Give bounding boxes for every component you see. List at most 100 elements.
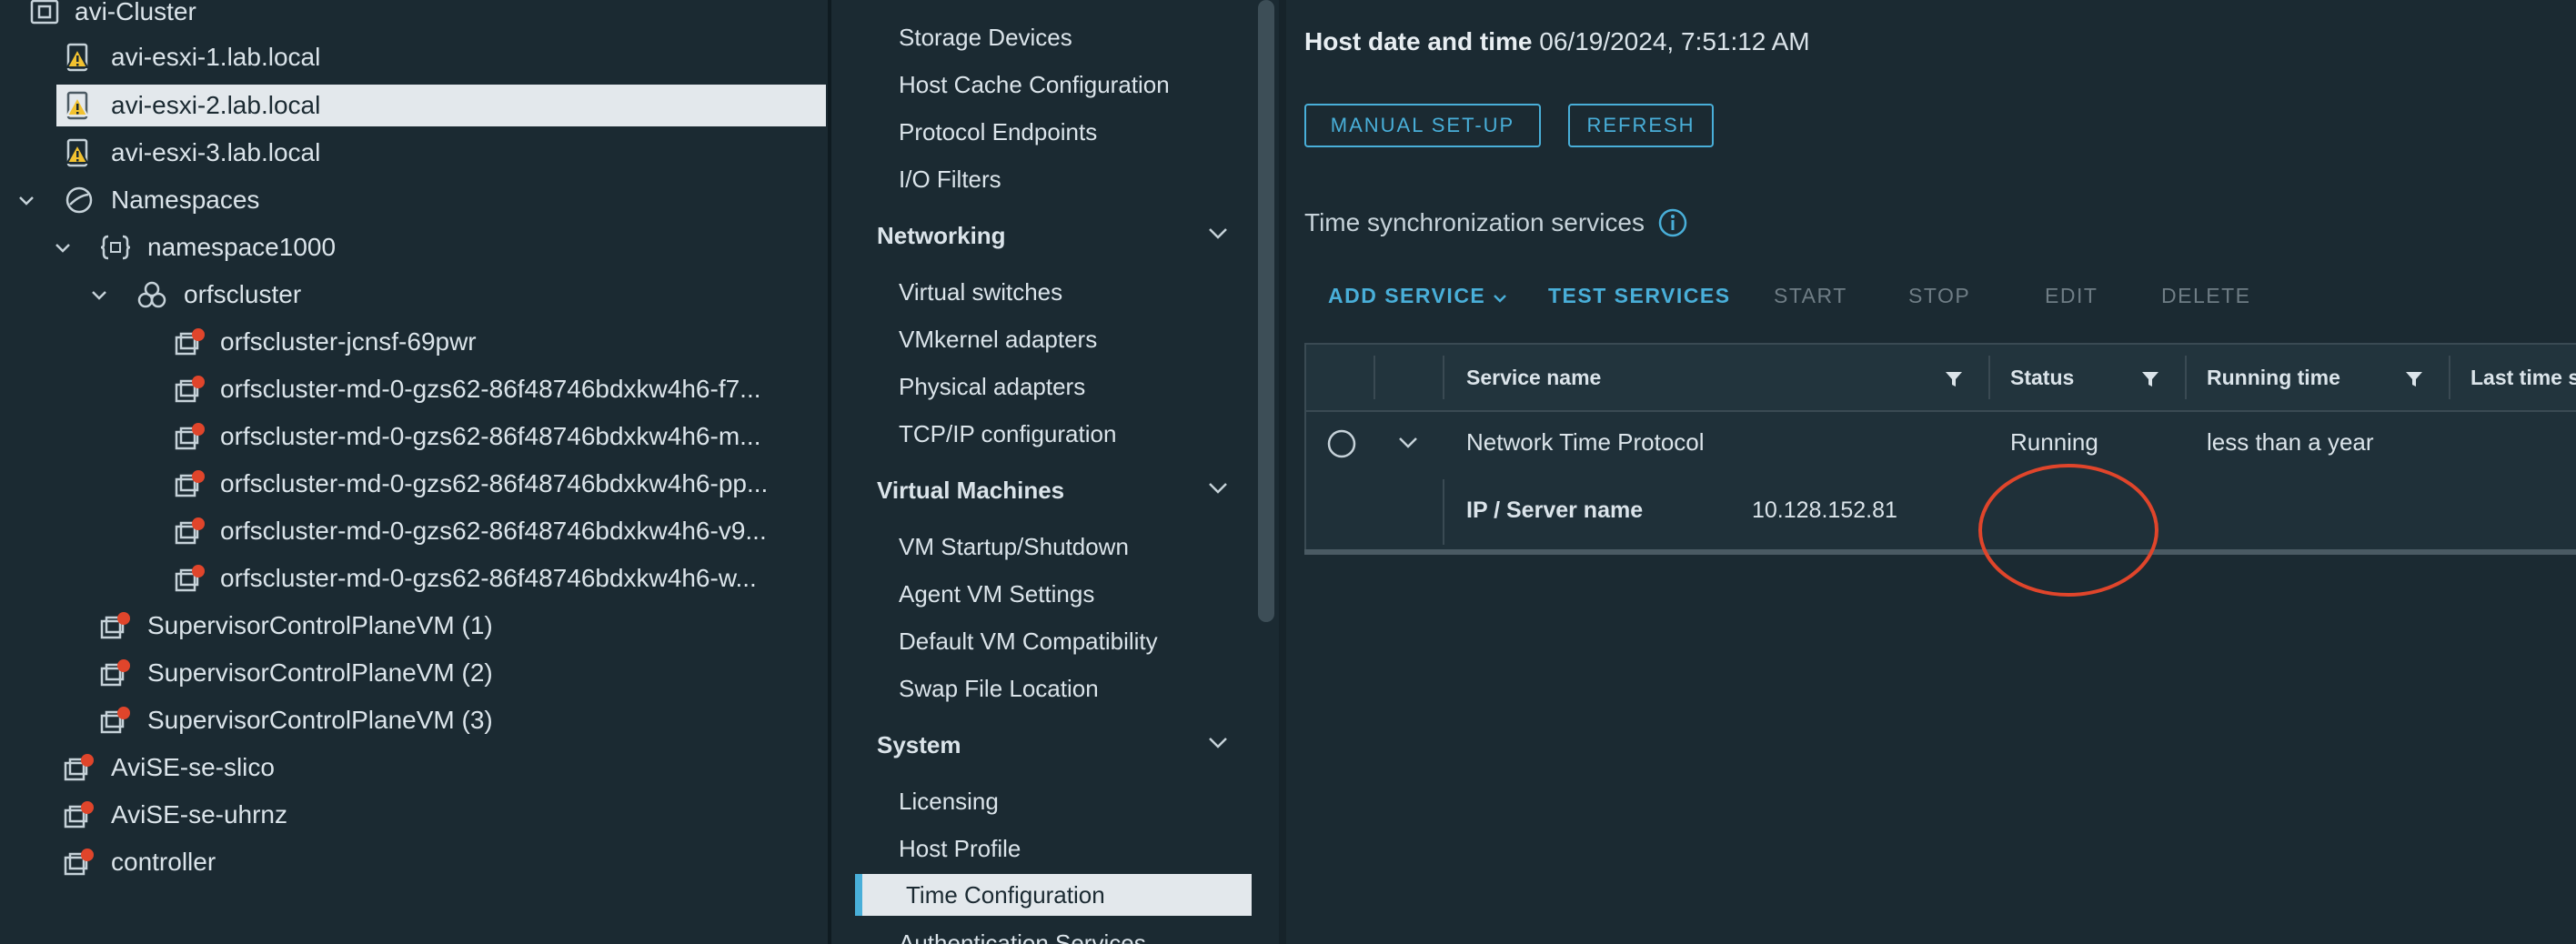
info-icon[interactable] [1657,207,1688,238]
nav-item-vmkernel-adapters[interactable]: VMkernel adapters [831,318,1253,360]
column-header-service-name[interactable]: Service name [1466,345,1601,410]
tree-item-orfscluster[interactable]: orfscluster [0,274,828,316]
chevron-down-icon[interactable] [1208,227,1228,240]
running-time-cell: less than a year [2207,428,2374,456]
column-header-running-time[interactable]: Running time [2207,345,2340,410]
tree-item-vm[interactable]: AviSE-se-uhrnz [0,794,828,836]
nav-group-system[interactable]: System [831,724,1253,766]
nav-item-physical-adapters[interactable]: Physical adapters [831,366,1253,407]
nav-item-licensing[interactable]: Licensing [831,780,1253,822]
tree-item-namespace1000[interactable]: namespace1000 [0,226,828,268]
nav-item-label: Licensing [899,787,999,815]
tree-item-label: orfscluster-md-0-gzs62-86f48746bdxkw4h6-… [220,517,767,545]
tree-item-label: avi-esxi-3.lab.local [111,138,321,166]
tree-item-avi-cluster[interactable]: avi-Cluster [0,0,828,33]
nav-item-time-configuration[interactable]: Time Configuration [855,874,1252,916]
nav-item-protocol-endpoints[interactable]: Protocol Endpoints [831,111,1253,153]
add-service-dropdown[interactable]: ADD SERVICE [1328,284,1507,308]
tree-item-vm[interactable]: AviSE-se-slico [0,747,828,788]
configure-nav: Storage Devices Host Cache Configuration… [831,0,1255,944]
chevron-down-icon[interactable] [1208,737,1228,749]
nav-item-label: VMkernel adapters [899,325,1098,353]
chevron-down-icon[interactable] [87,283,111,306]
column-header-last-time[interactable]: Last time s [2470,345,2576,410]
chevron-down-icon[interactable] [1208,482,1228,495]
stop-button[interactable]: STOP [1908,284,1970,308]
nav-item-default-vm-compatibility[interactable]: Default VM Compatibility [831,620,1253,662]
column-header-status[interactable]: Status [2010,345,2074,410]
nav-item-label: Physical adapters [899,372,1086,400]
manual-setup-button[interactable]: MANUAL SET-UP [1304,104,1541,147]
tree-item-supervisor-vm[interactable]: SupervisorControlPlaneVM (2) [0,652,828,694]
tree-item-vm[interactable]: orfscluster-md-0-gzs62-86f48746bdxkw4h6-… [0,510,828,552]
tree-item-esxi-2[interactable]: avi-esxi-2.lab.local [56,85,826,126]
filter-icon[interactable] [2141,370,2159,388]
nav-item-virtual-switches[interactable]: Virtual switches [831,271,1253,313]
radio-button[interactable] [1326,428,1357,459]
tree-item-vm[interactable]: orfscluster-md-0-gzs62-86f48746bdxkw4h6-… [0,463,828,505]
tree-item-esxi-1[interactable]: avi-esxi-1.lab.local [0,36,828,78]
tree-item-supervisor-vm[interactable]: SupervisorControlPlaneVM (3) [0,699,828,741]
test-services-button[interactable]: TEST SERVICES [1548,284,1731,308]
tree-item-label: orfscluster-md-0-gzs62-86f48746bdxkw4h6-… [220,422,761,450]
tree-item-label: namespace1000 [147,233,337,261]
nav-item-tcpip-configuration[interactable]: TCP/IP configuration [831,413,1253,455]
tree-item-label: SupervisorControlPlaneVM (3) [147,706,493,734]
tree-item-label: SupervisorControlPlaneVM (2) [147,658,493,687]
tree-item-label: avi-esxi-2.lab.local [111,91,321,119]
vm-alert-icon [64,754,94,781]
tree-item-supervisor-vm[interactable]: SupervisorControlPlaneVM (1) [0,605,828,647]
service-name-cell: Network Time Protocol [1466,428,1705,456]
nav-item-label: Virtual switches [899,277,1063,306]
filter-icon[interactable] [1945,370,1963,388]
nav-scrollbar[interactable] [1258,0,1274,622]
nav-item-label: Host Profile [899,834,1021,862]
vm-alert-icon [64,801,94,829]
tree-item-label: orfscluster-md-0-gzs62-86f48746bdxkw4h6-… [220,375,761,403]
pane-divider[interactable] [1279,0,1286,944]
nav-item-label: I/O Filters [899,165,1001,193]
tree-item-label: orfscluster-md-0-gzs62-86f48746bdxkw4h6-… [220,564,757,592]
nav-item-io-filters[interactable]: I/O Filters [831,158,1253,200]
vm-alert-icon [100,612,130,639]
host-warning-icon [65,91,89,120]
column-separator [1443,356,1444,399]
tree-item-vm[interactable]: controller [0,841,828,883]
namespaces-icon [65,186,93,214]
sync-services-title: Time synchronization services [1304,207,1688,238]
nav-item-vm-startup-shutdown[interactable]: VM Startup/Shutdown [831,526,1253,567]
nav-group-virtual-machines[interactable]: Virtual Machines [831,469,1253,511]
column-separator [2449,356,2450,399]
chevron-down-icon[interactable] [15,188,38,212]
nav-item-swap-file-location[interactable]: Swap File Location [831,668,1253,709]
nav-group-networking[interactable]: Networking [831,215,1253,256]
annotation-circle [1978,464,2158,597]
nav-item-authentication-services[interactable]: Authentication Services [831,922,1253,944]
nav-item-host-cache[interactable]: Host Cache Configuration [831,64,1253,105]
column-separator [2185,356,2187,399]
tree-item-vm[interactable]: orfscluster-jcnsf-69pwr [0,321,828,363]
tree-item-vm[interactable]: orfscluster-md-0-gzs62-86f48746bdxkw4h6-… [0,416,828,457]
host-warning-icon [65,43,89,72]
tree-item-label: avi-esxi-1.lab.local [111,43,321,71]
filter-icon[interactable] [2405,370,2423,388]
tree-item-namespaces[interactable]: Namespaces [0,179,828,221]
tree-item-vm[interactable]: orfscluster-md-0-gzs62-86f48746bdxkw4h6-… [0,557,828,599]
nav-item-agent-vm-settings[interactable]: Agent VM Settings [831,573,1253,615]
tree-item-vm[interactable]: orfscluster-md-0-gzs62-86f48746bdxkw4h6-… [0,368,828,410]
tree-item-label: orfscluster-md-0-gzs62-86f48746bdxkw4h6-… [220,469,769,497]
tree-item-esxi-3[interactable]: avi-esxi-3.lab.local [0,132,828,174]
delete-button[interactable]: DELETE [2161,284,2250,308]
tree-item-label: AviSE-se-uhrnz [111,800,288,829]
nav-item-storage-devices[interactable]: Storage Devices [831,16,1253,58]
time-configuration-panel: Host date and time 06/19/2024, 7:51:12 A… [1286,0,2576,944]
refresh-button[interactable]: REFRESH [1568,104,1714,147]
start-button[interactable]: START [1774,284,1847,308]
nav-item-host-profile[interactable]: Host Profile [831,828,1253,869]
vm-alert-icon [175,328,205,356]
vm-alert-icon [175,376,205,403]
chevron-down-icon[interactable] [1397,434,1419,452]
edit-button[interactable]: EDIT [2045,284,2098,308]
chevron-down-icon[interactable] [51,236,75,259]
vm-alert-icon [175,565,205,592]
